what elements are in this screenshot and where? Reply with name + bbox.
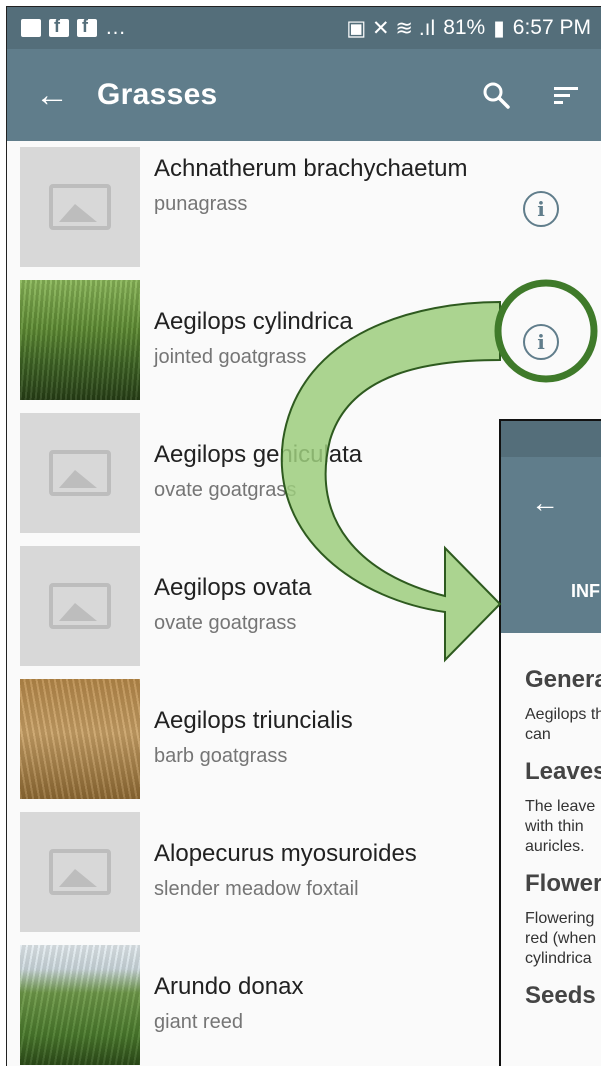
common-name: giant reed bbox=[154, 1011, 243, 1034]
info-icon: i bbox=[537, 197, 545, 221]
sort-button[interactable] bbox=[531, 80, 601, 110]
detail-tab[interactable]: INF bbox=[501, 563, 601, 633]
app-bar: ← Grasses bbox=[7, 49, 601, 141]
scientific-name: Aegilops ovata bbox=[154, 574, 312, 601]
section-heading: Leaves bbox=[525, 758, 601, 785]
section-text: The leave with thin auricles. bbox=[525, 798, 596, 855]
image-placeholder-icon bbox=[49, 583, 111, 629]
detail-status-bar bbox=[501, 421, 601, 457]
scientific-name: Alopecurus myosuroides bbox=[154, 840, 417, 867]
scientific-name: Achnatherum brachychaetum bbox=[154, 155, 468, 182]
facebook-notification-icon bbox=[49, 16, 69, 37]
signal-icons: ▣ ✕ ≋ .ıl bbox=[346, 16, 436, 40]
facebook-notification-icon bbox=[77, 16, 97, 37]
info-button[interactable]: i bbox=[523, 191, 559, 227]
more-notifications-icon: … bbox=[105, 16, 126, 39]
scientific-name: Arundo donax bbox=[154, 973, 304, 1000]
sort-icon bbox=[554, 87, 578, 104]
species-thumbnail bbox=[20, 945, 140, 1065]
common-name: ovate goatgrass bbox=[154, 612, 297, 635]
section-text: Aegilops that can bbox=[525, 706, 601, 743]
image-placeholder-icon bbox=[49, 849, 111, 895]
phone-screen: … ▣ ✕ ≋ .ıl 81% ▮ 6:57 PM ← Grasses Achn… bbox=[6, 6, 601, 1066]
battery-icon: ▮ bbox=[493, 16, 505, 40]
section-heading: Seeds bbox=[525, 982, 596, 1009]
page-title: Grasses bbox=[97, 78, 218, 111]
section-heading: Flower bbox=[525, 870, 601, 897]
info-icon: i bbox=[537, 330, 545, 354]
status-bar: … ▣ ✕ ≋ .ıl 81% ▮ 6:57 PM bbox=[7, 7, 601, 49]
species-thumbnail bbox=[20, 147, 140, 267]
common-name: jointed goatgrass bbox=[154, 346, 307, 369]
battery-percent: 81% bbox=[443, 16, 486, 39]
species-thumbnail bbox=[20, 546, 140, 666]
scientific-name: Aegilops cylindrica bbox=[154, 308, 353, 335]
common-name: slender meadow foxtail bbox=[154, 878, 359, 901]
list-item[interactable]: Aegilops cylindrica jointed goatgrass i bbox=[7, 274, 601, 407]
detail-app-bar: ← bbox=[501, 457, 601, 563]
arrow-left-icon: ← bbox=[35, 75, 69, 114]
image-placeholder-icon bbox=[49, 184, 111, 230]
scientific-name: Aegilops geniculata bbox=[154, 441, 363, 468]
detail-screen-preview: ← INF Genera Aegilops that can Leaves Th… bbox=[499, 419, 601, 1066]
species-thumbnail bbox=[20, 679, 140, 799]
species-thumbnail bbox=[20, 413, 140, 533]
section-text: Flowering red (when cylindrica bbox=[525, 910, 597, 967]
list-item[interactable]: Achnatherum brachychaetum punagrass i bbox=[7, 141, 601, 274]
image-placeholder-icon bbox=[49, 450, 111, 496]
section-heading: Genera bbox=[525, 666, 601, 693]
clock: 6:57 PM bbox=[512, 16, 591, 39]
back-button[interactable]: ← bbox=[7, 76, 97, 115]
common-name: punagrass bbox=[154, 193, 248, 216]
search-icon bbox=[483, 82, 510, 109]
search-button[interactable] bbox=[461, 80, 531, 110]
species-thumbnail bbox=[20, 280, 140, 400]
common-name: barb goatgrass bbox=[154, 745, 288, 768]
arrow-left-icon[interactable]: ← bbox=[531, 487, 559, 519]
info-button[interactable]: i bbox=[523, 324, 559, 360]
gallery-notification-icon bbox=[21, 19, 41, 37]
species-thumbnail bbox=[20, 812, 140, 932]
scientific-name: Aegilops triuncialis bbox=[154, 707, 353, 734]
common-name: ovate goatgrass bbox=[154, 479, 297, 502]
detail-content: Genera Aegilops that can Leaves The leav… bbox=[501, 633, 601, 1011]
